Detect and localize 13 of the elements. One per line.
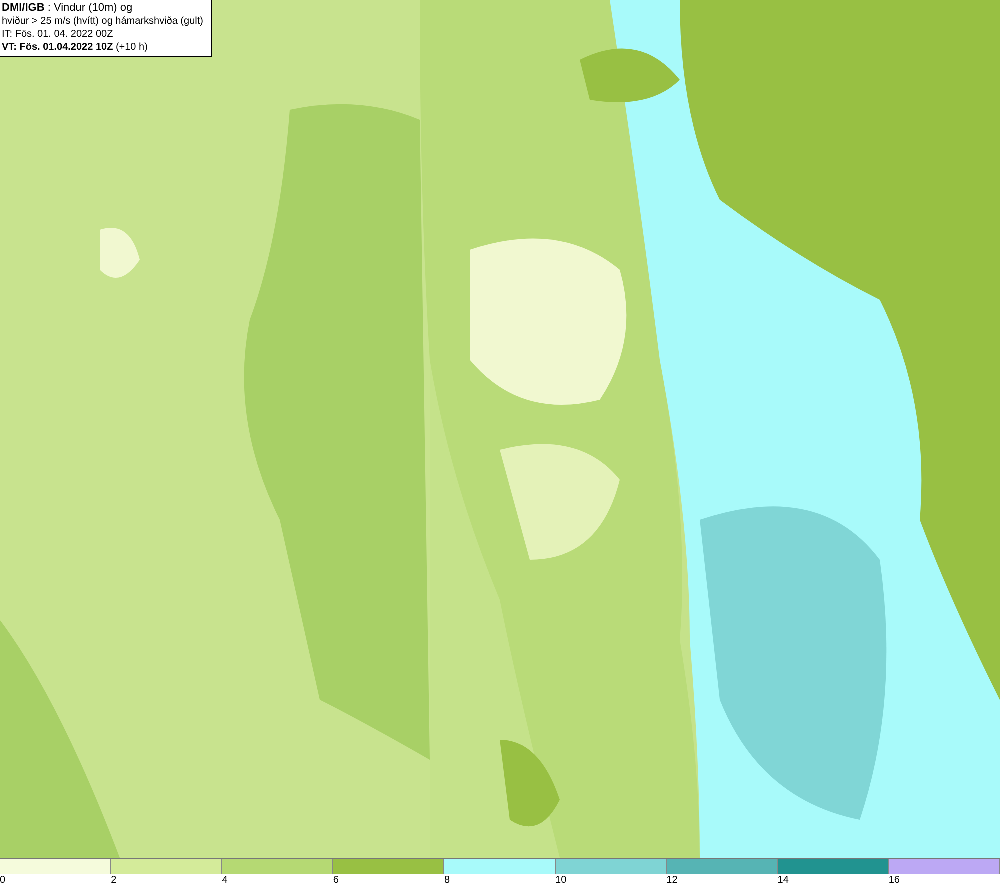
legend-label: 2 xyxy=(111,874,117,887)
title-line: DMI/IGB : Vindur (10m) og xyxy=(2,2,134,15)
legend-label: 12 xyxy=(666,874,678,887)
title-line: IT: Fös. 01. 04. 2022 00Z xyxy=(2,28,114,41)
legend-label: 6 xyxy=(333,874,339,887)
legend-label: 10 xyxy=(556,874,567,887)
title-line: hviður > 25 m/s (hvítt) og hámarkshviða (gult) xyxy=(2,15,204,28)
title-line: VT: Fös. 01.04.2022 10Z (+10 h) xyxy=(2,41,149,54)
legend-label: 14 xyxy=(778,874,789,887)
legend-label: 8 xyxy=(444,874,450,887)
legend-label: 0 xyxy=(0,874,6,887)
legend-label: 4 xyxy=(222,874,228,887)
legend-label: 16 xyxy=(888,874,900,887)
